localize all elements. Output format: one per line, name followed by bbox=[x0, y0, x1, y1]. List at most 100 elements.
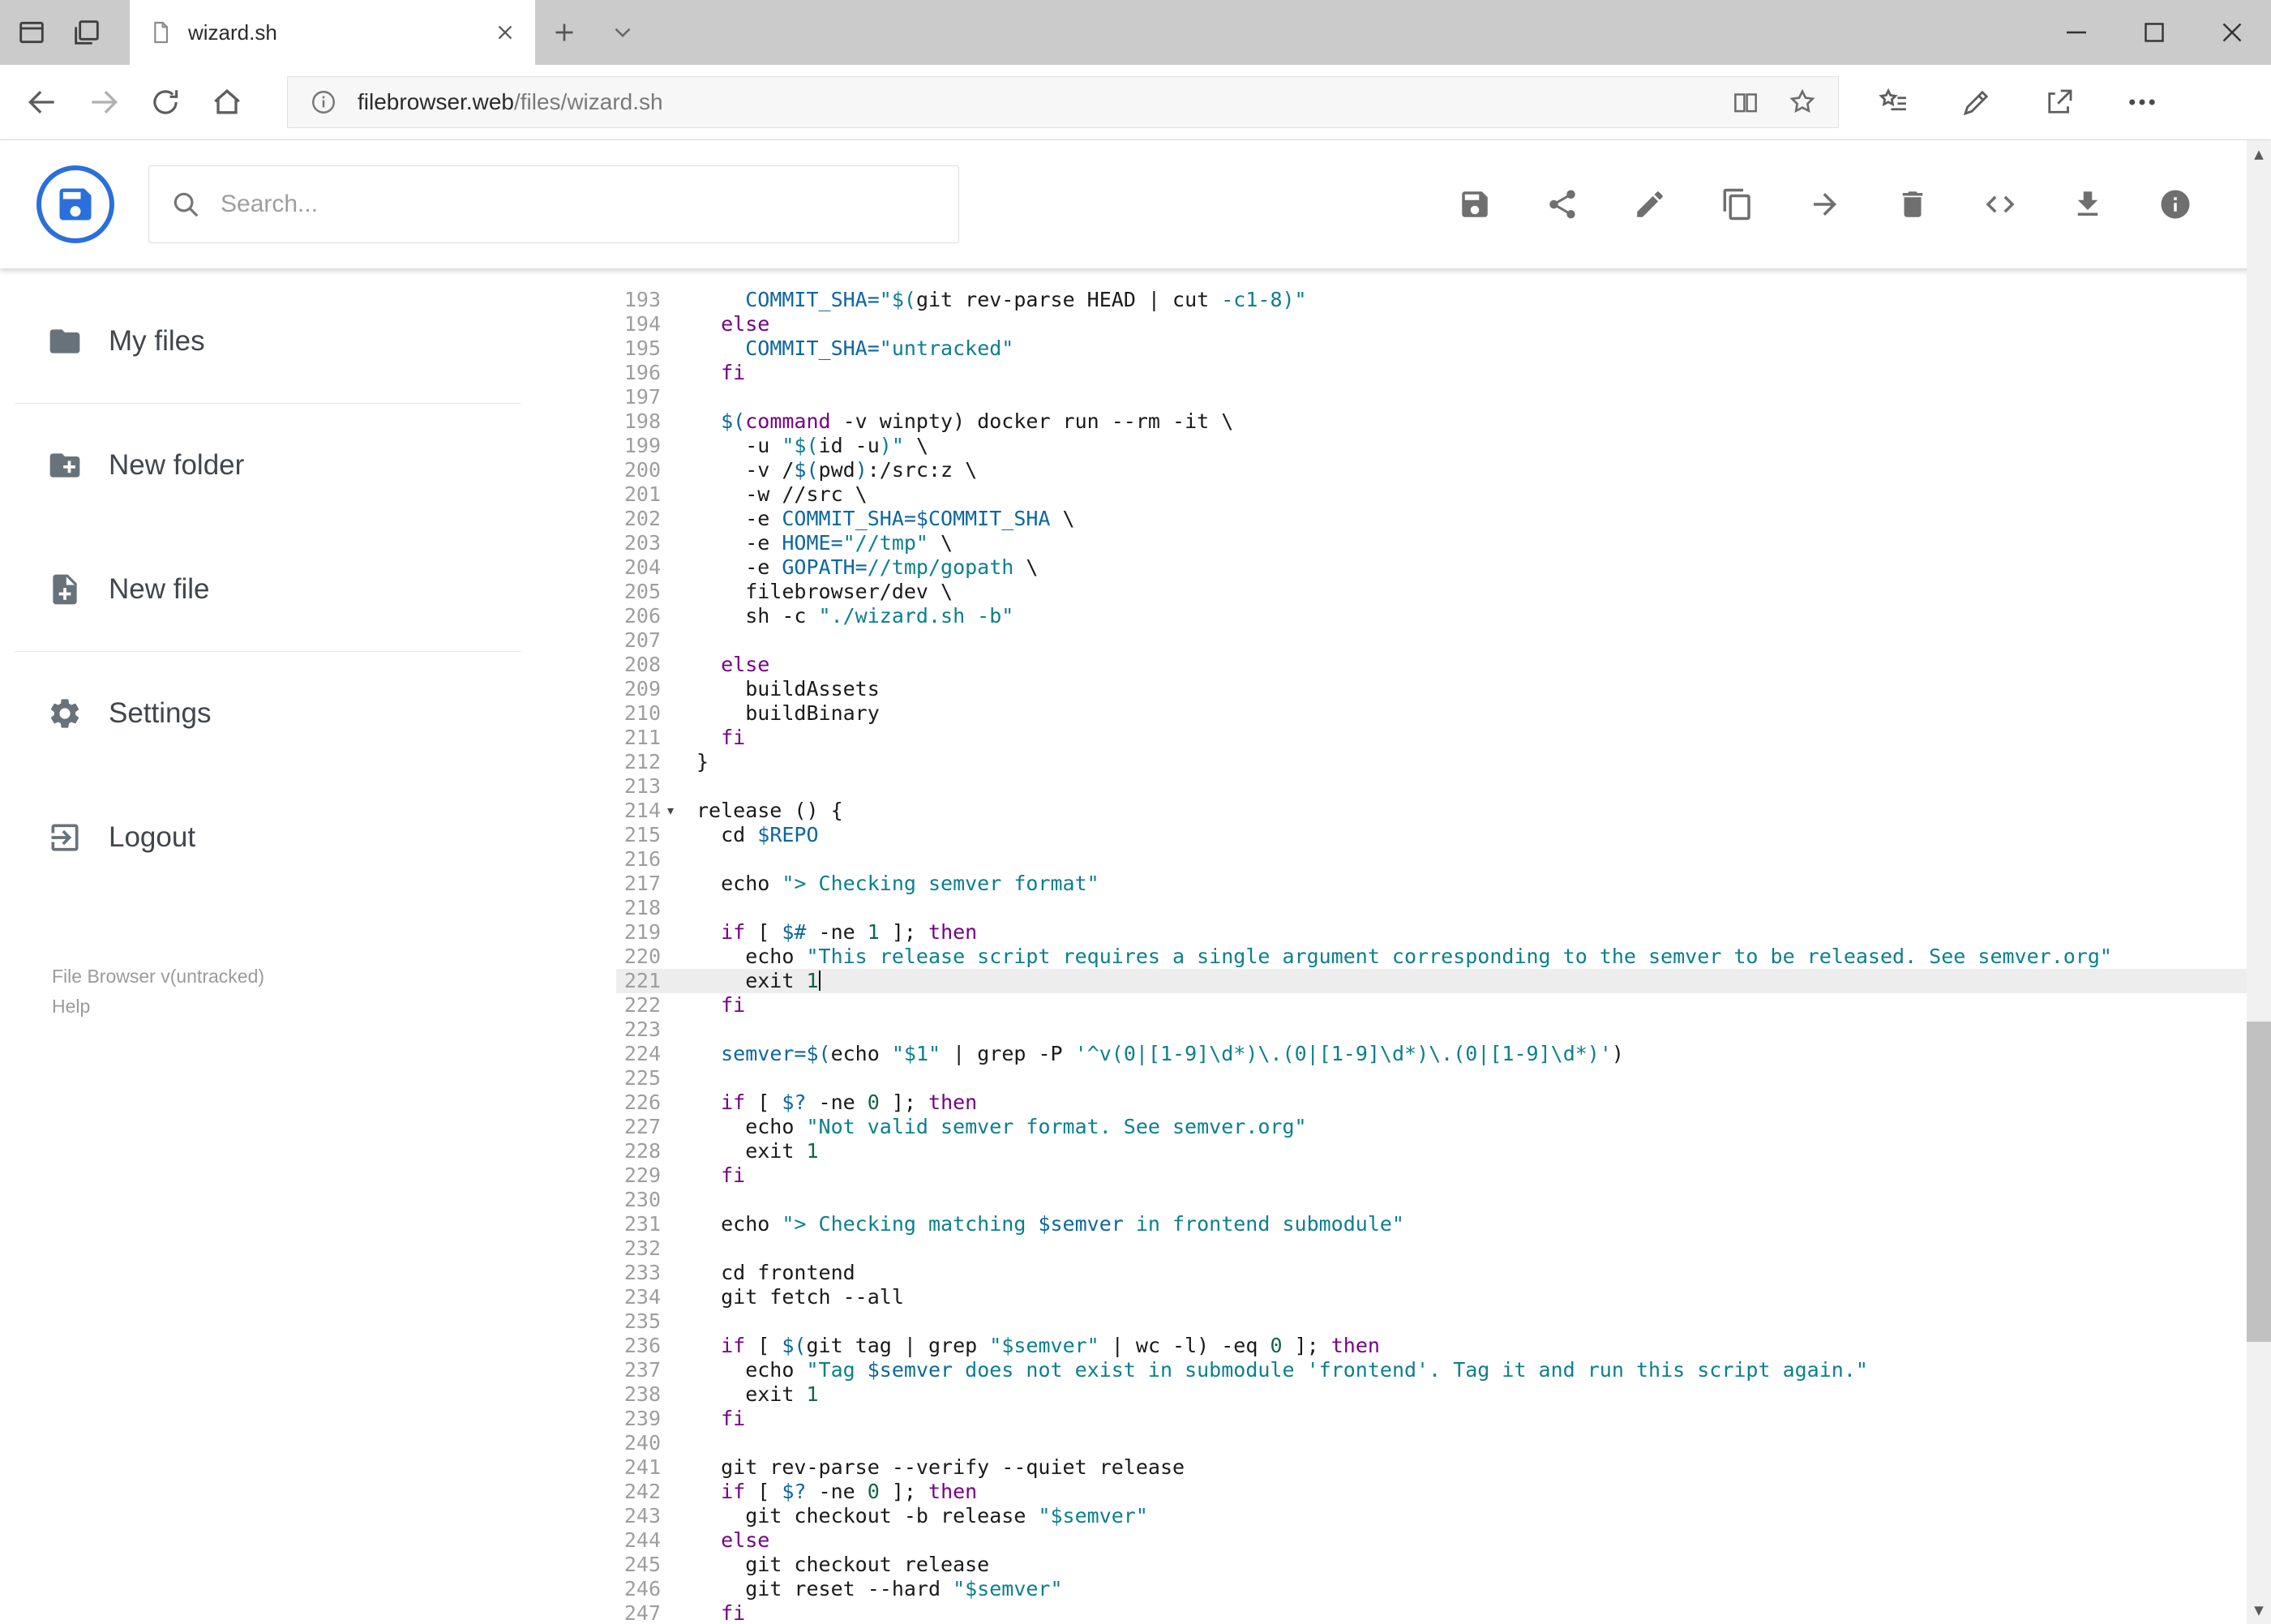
code-line-240[interactable]: 240 bbox=[616, 1431, 2271, 1455]
scrollbar[interactable]: ▲ ▼ bbox=[2247, 140, 2271, 1624]
share-file-icon[interactable] bbox=[1545, 187, 1579, 221]
code-line-243[interactable]: 243 git checkout -b release "$semver" bbox=[616, 1504, 2271, 1528]
scrollbar-up-arrow[interactable]: ▲ bbox=[2247, 140, 2271, 168]
code-line-193[interactable]: 193 COMMIT_SHA="$(git rev-parse HEAD | c… bbox=[616, 288, 2271, 312]
code-line-223[interactable]: 223 bbox=[616, 1018, 2271, 1042]
edit-icon[interactable] bbox=[1633, 187, 1667, 221]
code-line-213[interactable]: 213 bbox=[616, 774, 2271, 799]
code-line-242[interactable]: 242 if [ $? -ne 0 ]; then bbox=[616, 1480, 2271, 1504]
code-line-203[interactable]: 203 -e HOME="//tmp" \ bbox=[616, 531, 2271, 555]
code-line-206[interactable]: 206 sh -c "./wizard.sh -b" bbox=[616, 604, 2271, 628]
code-line-195[interactable]: 195 COMMIT_SHA="untracked" bbox=[616, 336, 2271, 361]
code-line-217[interactable]: 217 echo "> Checking semver format" bbox=[616, 872, 2271, 896]
sidebar-item-logout[interactable]: Logout bbox=[0, 797, 616, 878]
copy-icon[interactable] bbox=[1720, 187, 1755, 221]
scrollbar-down-arrow[interactable]: ▼ bbox=[2247, 1596, 2271, 1624]
favorite-star-icon[interactable] bbox=[1780, 79, 1825, 125]
code-line-199[interactable]: 199 -u "$(id -u)" \ bbox=[616, 434, 2271, 458]
code-line-201[interactable]: 201 -w //src \ bbox=[616, 482, 2271, 507]
code-view-icon[interactable] bbox=[1983, 187, 2017, 221]
scrollbar-thumb[interactable] bbox=[2247, 1022, 2271, 1342]
code-line-210[interactable]: 210 buildBinary bbox=[616, 701, 2271, 726]
code-line-214[interactable]: 214 ▾ release () { bbox=[616, 799, 2271, 823]
reading-view-icon[interactable] bbox=[1723, 79, 1768, 125]
code-line-208[interactable]: 208 else bbox=[616, 653, 2271, 677]
home-icon[interactable] bbox=[196, 71, 258, 133]
sidebar-item-new-file[interactable]: New file bbox=[0, 549, 616, 630]
fold-arrow-icon[interactable]: ▾ bbox=[661, 799, 680, 823]
code-line-226[interactable]: 226 if [ $? -ne 0 ]; then bbox=[616, 1091, 2271, 1115]
move-icon[interactable] bbox=[1808, 187, 1842, 221]
tab-close-icon[interactable] bbox=[493, 20, 517, 45]
code-line-202[interactable]: 202 -e COMMIT_SHA=$COMMIT_SHA \ bbox=[616, 507, 2271, 531]
code-line-227[interactable]: 227 echo "Not valid semver format. See s… bbox=[616, 1115, 2271, 1139]
code-line-228[interactable]: 228 exit 1 bbox=[616, 1139, 2271, 1163]
code-line-216[interactable]: 216 bbox=[616, 847, 2271, 872]
code-line-220[interactable]: 220 echo "This release script requires a… bbox=[616, 945, 2271, 969]
maximize-button[interactable] bbox=[2115, 0, 2193, 65]
code-line-231[interactable]: 231 echo "> Checking matching $semver in… bbox=[616, 1212, 2271, 1236]
code-line-211[interactable]: 211 fi bbox=[616, 726, 2271, 750]
search-box[interactable] bbox=[148, 165, 959, 243]
sidebar-item-new-folder[interactable]: New folder bbox=[0, 425, 616, 506]
new-tab-button[interactable] bbox=[535, 0, 593, 65]
code-line-241[interactable]: 241 git rev-parse --verify --quiet relea… bbox=[616, 1455, 2271, 1480]
code-line-209[interactable]: 209 buildAssets bbox=[616, 677, 2271, 701]
code-line-233[interactable]: 233 cd frontend bbox=[616, 1261, 2271, 1285]
code-line-218[interactable]: 218 bbox=[616, 896, 2271, 920]
code-line-234[interactable]: 234 git fetch --all bbox=[616, 1285, 2271, 1309]
forward-icon[interactable] bbox=[73, 71, 135, 133]
back-icon[interactable] bbox=[11, 71, 73, 133]
code-line-246[interactable]: 246 git reset --hard "$semver" bbox=[616, 1577, 2271, 1601]
close-button[interactable] bbox=[2193, 0, 2271, 65]
filebrowser-logo-icon[interactable] bbox=[36, 165, 114, 243]
minimize-button[interactable] bbox=[2037, 0, 2115, 65]
refresh-icon[interactable] bbox=[135, 71, 196, 133]
sidebar-item-settings[interactable]: Settings bbox=[0, 673, 616, 754]
save-icon[interactable] bbox=[1458, 187, 1492, 221]
site-info-icon[interactable] bbox=[301, 79, 346, 125]
sidebar-item-my-files[interactable]: My files bbox=[0, 301, 616, 382]
help-link[interactable]: Help bbox=[52, 992, 264, 1022]
code-line-239[interactable]: 239 fi bbox=[616, 1407, 2271, 1431]
code-line-237[interactable]: 237 echo "Tag $semver does not exist in … bbox=[616, 1358, 2271, 1382]
url-field[interactable]: filebrowser.web/files/wizard.sh bbox=[287, 76, 1839, 128]
code-line-219[interactable]: 219 if [ $# -ne 1 ]; then bbox=[616, 920, 2271, 945]
code-line-225[interactable]: 225 bbox=[616, 1066, 2271, 1091]
code-line-204[interactable]: 204 -e GOPATH=//tmp/gopath \ bbox=[616, 555, 2271, 580]
info-icon[interactable] bbox=[2158, 187, 2192, 221]
code-line-232[interactable]: 232 bbox=[616, 1236, 2271, 1261]
code-line-215[interactable]: 215 cd $REPO bbox=[616, 823, 2271, 847]
download-icon[interactable] bbox=[2071, 187, 2105, 221]
code-line-236[interactable]: 236 if [ $(git tag | grep "$semver" | wc… bbox=[616, 1334, 2271, 1358]
code-line-207[interactable]: 207 bbox=[616, 628, 2271, 653]
tab-preview-chevron-icon[interactable] bbox=[593, 0, 652, 65]
code-line-205[interactable]: 205 filebrowser/dev \ bbox=[616, 580, 2271, 604]
delete-icon[interactable] bbox=[1896, 187, 1930, 221]
search-input[interactable] bbox=[221, 191, 937, 218]
code-line-196[interactable]: 196 fi bbox=[616, 361, 2271, 385]
code-line-224[interactable]: 224 semver=$(echo "$1" | grep -P '^v(0|[… bbox=[616, 1042, 2271, 1066]
code-line-245[interactable]: 245 git checkout release bbox=[616, 1553, 2271, 1577]
code-line-194[interactable]: 194 else bbox=[616, 312, 2271, 336]
code-line-230[interactable]: 230 bbox=[616, 1188, 2271, 1212]
share-icon[interactable] bbox=[2029, 71, 2090, 133]
code-line-221[interactable]: 221 exit 1 bbox=[616, 969, 2271, 993]
set-tabs-aside-icon[interactable] bbox=[13, 14, 50, 51]
more-icon[interactable] bbox=[2111, 71, 2173, 133]
web-note-pen-icon[interactable] bbox=[1946, 71, 2007, 133]
code-line-197[interactable]: 197 bbox=[616, 385, 2271, 409]
code-line-235[interactable]: 235 bbox=[616, 1309, 2271, 1334]
code-line-238[interactable]: 238 exit 1 bbox=[616, 1382, 2271, 1407]
code-line-244[interactable]: 244 else bbox=[616, 1528, 2271, 1553]
code-line-198[interactable]: 198 $(command -v winpty) docker run --rm… bbox=[616, 409, 2271, 434]
browser-tab[interactable]: wizard.sh bbox=[130, 0, 535, 65]
code-editor[interactable]: 193 COMMIT_SHA="$(git rev-parse HEAD | c… bbox=[616, 268, 2271, 1624]
code-line-247[interactable]: 247 fi bbox=[616, 1601, 2271, 1624]
hub-icon[interactable] bbox=[1863, 71, 1925, 133]
code-line-212[interactable]: 212} bbox=[616, 750, 2271, 774]
code-line-229[interactable]: 229 fi bbox=[616, 1163, 2271, 1188]
code-line-222[interactable]: 222 fi bbox=[616, 993, 2271, 1018]
code-line-200[interactable]: 200 -v /$(pwd):/src:z \ bbox=[616, 458, 2271, 482]
tabs-preview-icon[interactable] bbox=[68, 14, 105, 51]
